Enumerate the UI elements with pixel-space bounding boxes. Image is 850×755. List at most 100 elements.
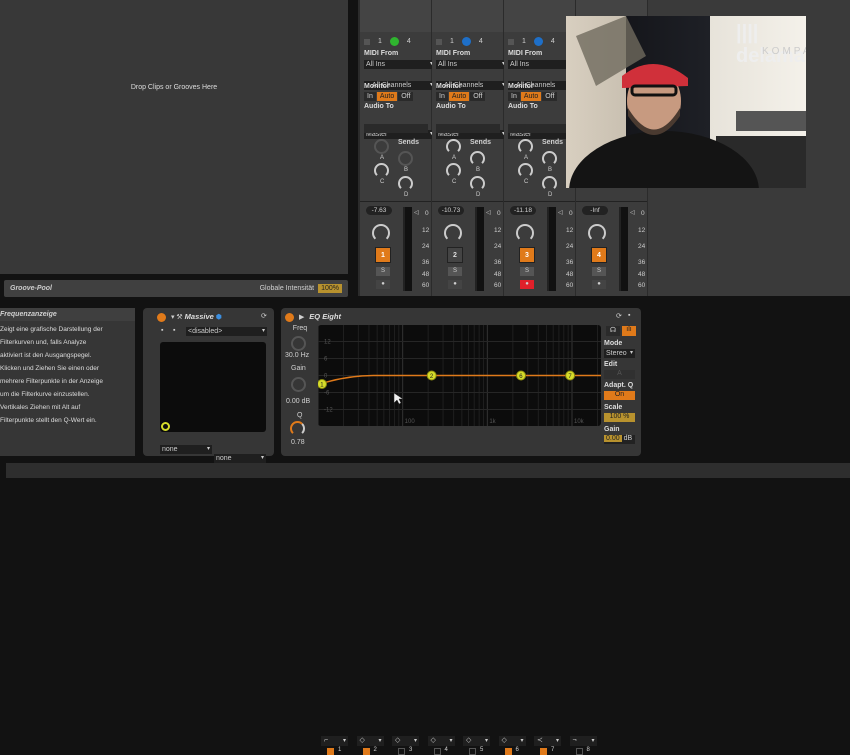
arm-button[interactable]: ● xyxy=(520,280,534,289)
arm-button[interactable]: ● xyxy=(376,280,390,289)
band-2-filter-type-select[interactable]: ◇ xyxy=(356,736,384,746)
xy-handle[interactable] xyxy=(161,422,170,431)
send-c-knob[interactable] xyxy=(446,163,461,178)
io-toggle[interactable] xyxy=(364,38,370,45)
analyzer-icon[interactable]: ılı xyxy=(622,326,636,336)
hot-swap-icon[interactable]: ⟳ xyxy=(616,312,622,320)
send-a-knob[interactable] xyxy=(518,139,533,154)
adapt-q-toggle[interactable]: On xyxy=(604,391,635,400)
edit-button[interactable]: A xyxy=(604,370,635,379)
scale-value[interactable]: 100 % xyxy=(604,413,635,422)
volume-value[interactable]: -Inf xyxy=(582,206,608,215)
monitor-in-button[interactable]: In xyxy=(364,92,376,101)
fader-handle-icon[interactable]: ◁ xyxy=(486,209,491,216)
clip-slot[interactable] xyxy=(432,0,503,32)
xy-y-select[interactable]: none xyxy=(214,454,266,463)
output-channel-select[interactable] xyxy=(364,124,428,133)
send-c-knob[interactable] xyxy=(374,163,389,178)
band-2-toggle[interactable] xyxy=(362,748,370,755)
monitor-in-button[interactable]: In xyxy=(436,92,448,101)
fold-icon[interactable]: ▾ xyxy=(171,314,175,321)
band-6-filter-type-select[interactable]: ◇ xyxy=(498,736,526,746)
band-1-filter-type-select[interactable]: ⌐ xyxy=(321,736,348,746)
gain-value[interactable]: 0.00 dB xyxy=(286,398,310,405)
track-activator-button[interactable]: 1 xyxy=(375,247,391,263)
band-5-toggle[interactable] xyxy=(469,748,476,755)
headphone-icon[interactable]: ☊ xyxy=(606,326,620,336)
gain-knob[interactable] xyxy=(291,377,306,392)
device-power-icon[interactable] xyxy=(157,312,166,322)
io-toggle[interactable] xyxy=(436,38,442,45)
send-a-knob[interactable] xyxy=(446,139,461,154)
band-7-toggle[interactable] xyxy=(540,748,547,755)
clip-slot[interactable] xyxy=(504,0,575,32)
band-3-toggle[interactable] xyxy=(398,748,405,755)
arm-button[interactable]: ● xyxy=(592,280,606,289)
io-toggle[interactable] xyxy=(508,38,514,45)
q-knob[interactable] xyxy=(290,421,305,436)
band-3-filter-type-select[interactable]: ◇ xyxy=(392,736,419,746)
send-a-knob[interactable] xyxy=(374,139,389,154)
solo-button[interactable]: S xyxy=(520,267,534,276)
play-icon[interactable]: ▶ xyxy=(299,314,304,321)
send-b-knob[interactable] xyxy=(470,151,485,166)
send-d-knob[interactable] xyxy=(398,176,413,191)
volume-value[interactable]: -11.18 xyxy=(510,206,536,215)
track-activator-button[interactable]: 2 xyxy=(447,247,463,263)
q-value[interactable]: 0.78 xyxy=(291,439,305,446)
send-c-knob[interactable] xyxy=(518,163,533,178)
monitor-off-button[interactable]: Off xyxy=(470,92,486,101)
clip-slot[interactable] xyxy=(360,0,431,32)
xy-pad[interactable] xyxy=(160,342,266,432)
band-4-filter-type-select[interactable]: ◇ xyxy=(427,736,455,746)
save-icon[interactable]: ▪ xyxy=(628,312,630,319)
band-8-toggle[interactable] xyxy=(575,748,583,755)
hot-swap-icon[interactable]: ⟳ xyxy=(261,312,267,320)
solo-button[interactable]: S xyxy=(592,267,606,276)
volume-value[interactable]: -10.73 xyxy=(438,206,464,215)
volume-value[interactable]: -7.63 xyxy=(366,206,392,215)
monitor-auto-button[interactable]: Auto xyxy=(448,92,470,101)
xy-x-select[interactable]: none xyxy=(160,445,212,454)
monitor-off-button[interactable]: Off xyxy=(398,92,414,101)
pan-knob[interactable] xyxy=(516,224,534,242)
output-channel-select[interactable] xyxy=(436,124,500,133)
pan-knob[interactable] xyxy=(372,224,390,242)
folder-icon[interactable]: ▪ xyxy=(161,327,163,334)
monitor-off-button[interactable]: Off xyxy=(542,92,558,101)
mode-select[interactable]: Stereo xyxy=(604,349,635,358)
input-type-select[interactable]: All Ins xyxy=(364,60,435,69)
freq-value[interactable]: 30.0 Hz xyxy=(285,352,309,359)
pan-knob[interactable] xyxy=(444,224,462,242)
arm-button[interactable]: ● xyxy=(448,280,462,289)
send-b-knob[interactable] xyxy=(398,151,413,166)
band-6-toggle[interactable] xyxy=(504,748,512,755)
solo-button[interactable]: S xyxy=(376,267,390,276)
output-channel-select[interactable] xyxy=(508,124,572,133)
monitor-auto-button[interactable]: Auto xyxy=(520,92,542,101)
gain-out-field[interactable]: 0.00 dB xyxy=(604,435,635,444)
fader-handle-icon[interactable]: ◁ xyxy=(630,209,635,216)
band-8-filter-type-select[interactable]: ¬ xyxy=(569,736,597,746)
input-type-select[interactable]: All Ins xyxy=(436,60,507,69)
intensity-value[interactable]: 100% xyxy=(318,284,342,293)
band-1-toggle[interactable] xyxy=(327,748,334,755)
fader-handle-icon[interactable]: ◁ xyxy=(414,209,419,216)
band-4-toggle[interactable] xyxy=(433,748,441,755)
band-5-filter-type-select[interactable]: ◇ xyxy=(463,736,490,746)
band-7-filter-type-select[interactable]: ≺ xyxy=(534,736,561,746)
monitor-in-button[interactable]: In xyxy=(508,92,520,101)
send-d-knob[interactable] xyxy=(542,176,557,191)
save-icon[interactable]: ▪ xyxy=(173,327,175,334)
track-activator-button[interactable]: 3 xyxy=(519,247,535,263)
send-b-knob[interactable] xyxy=(542,151,557,166)
freq-knob[interactable] xyxy=(291,336,306,351)
preset-select[interactable]: <disabled> xyxy=(186,327,267,336)
device-power-icon[interactable] xyxy=(285,312,294,322)
track-activator-button[interactable]: 4 xyxy=(591,247,607,263)
pan-knob[interactable] xyxy=(588,224,606,242)
monitor-auto-button[interactable]: Auto xyxy=(376,92,398,101)
clip-drop-area[interactable]: Drop Clips or Grooves Here xyxy=(0,0,348,274)
eq-display[interactable]: 1260-6-12100 1k 10k12 6 7 xyxy=(318,325,601,426)
solo-button[interactable]: S xyxy=(448,267,462,276)
